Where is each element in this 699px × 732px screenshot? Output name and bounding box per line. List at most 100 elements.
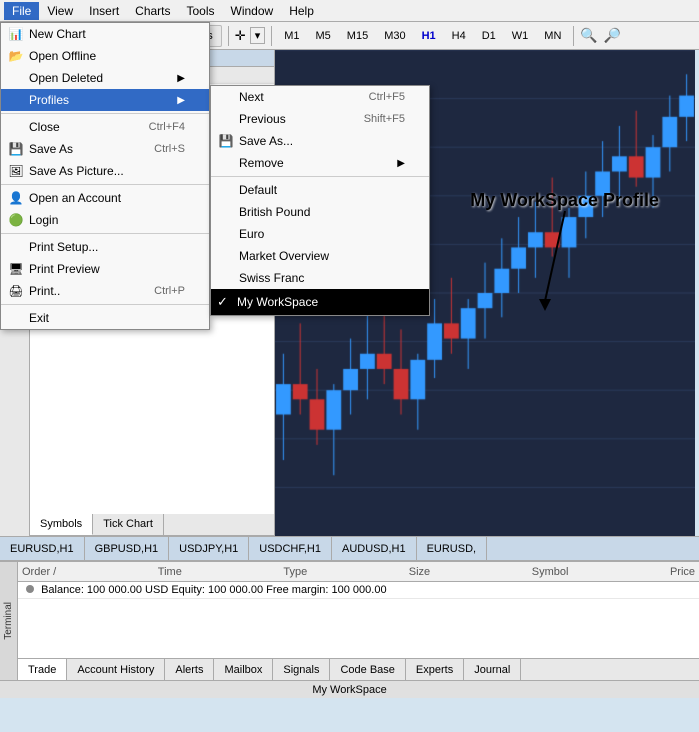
tab-alerts[interactable]: Alerts bbox=[165, 659, 214, 680]
save-as-icon: 💾 bbox=[7, 142, 25, 156]
menu-profiles[interactable]: Profiles ▶ bbox=[1, 89, 209, 111]
dropdown-icon[interactable]: ▾ bbox=[250, 27, 266, 44]
tab-signals[interactable]: Signals bbox=[273, 659, 330, 680]
period-h1[interactable]: H1 bbox=[416, 27, 442, 45]
file-dropdown-container: 📊 New Chart 📂 Open Offline Open Deleted … bbox=[0, 22, 210, 330]
account-icon: 👤 bbox=[7, 191, 25, 205]
profiles-next[interactable]: Next Ctrl+F5 bbox=[211, 86, 429, 108]
profiles-save-as[interactable]: 💾 Save As... bbox=[211, 130, 429, 152]
terminal-tabs: Trade Account History Alerts Mailbox Sig… bbox=[18, 658, 699, 680]
profiles-market-overview[interactable]: Market Overview bbox=[211, 245, 429, 267]
zoom-in-icon[interactable]: 🔍 bbox=[580, 27, 597, 44]
period-m5[interactable]: M5 bbox=[310, 27, 337, 45]
tab-journal[interactable]: Journal bbox=[464, 659, 521, 680]
file-dropdown: 📊 New Chart 📂 Open Offline Open Deleted … bbox=[0, 22, 210, 330]
menu-view[interactable]: View bbox=[39, 2, 81, 20]
status-text: My WorkSpace bbox=[312, 684, 386, 696]
separator bbox=[228, 26, 229, 46]
menu-login[interactable]: 🟢 Login bbox=[1, 209, 209, 231]
balance-indicator bbox=[26, 585, 34, 593]
terminal-label: Terminal bbox=[3, 602, 14, 640]
separator3 bbox=[573, 26, 574, 46]
menu-print-preview[interactable]: 🖥 Print Preview bbox=[1, 258, 209, 280]
terminal: Terminal Order / Time Type Size Symbol P… bbox=[0, 560, 699, 680]
workspace-checkmark: ✓ bbox=[217, 294, 228, 310]
menu-open-account[interactable]: 👤 Open an Account bbox=[1, 187, 209, 209]
col-order: Order / bbox=[22, 566, 56, 578]
status-bar: My WorkSpace bbox=[0, 680, 699, 698]
menu-save-as[interactable]: 💾 Save As Ctrl+S bbox=[1, 138, 209, 160]
col-time: Time bbox=[158, 566, 182, 578]
profiles-default[interactable]: Default bbox=[211, 179, 429, 201]
col-type: Type bbox=[283, 566, 307, 578]
chart-tab-usdjpy-h1[interactable]: USDJPY,H1 bbox=[169, 537, 249, 560]
col-symbol: Symbol bbox=[532, 566, 569, 578]
profiles-previous[interactable]: Previous Shift+F5 bbox=[211, 108, 429, 130]
chart-tabs-bar: EURUSD,H1 GBPUSD,H1 USDJPY,H1 USDCHF,H1 … bbox=[0, 536, 699, 560]
menu-help[interactable]: Help bbox=[281, 2, 322, 20]
col-price: Price bbox=[670, 566, 695, 578]
profiles-british-pound[interactable]: British Pound bbox=[211, 201, 429, 223]
terminal-content: Terminal Order / Time Type Size Symbol P… bbox=[0, 562, 699, 680]
tab-code-base[interactable]: Code Base bbox=[330, 659, 405, 680]
separator2 bbox=[271, 26, 272, 46]
chart-tab-audusd-h1[interactable]: AUDUSD,H1 bbox=[332, 537, 417, 560]
tab-trade[interactable]: Trade bbox=[18, 659, 67, 680]
tab-account-history[interactable]: Account History bbox=[67, 659, 165, 680]
crosshair-icon: ✛ bbox=[235, 28, 246, 44]
submenu-arrow: ▶ bbox=[177, 73, 185, 84]
menu-new-chart[interactable]: 📊 New Chart bbox=[1, 23, 209, 45]
period-d1[interactable]: D1 bbox=[476, 27, 502, 45]
chart-tab-gbpusd-h1[interactable]: GBPUSD,H1 bbox=[85, 537, 170, 560]
profiles-remove[interactable]: Remove ▶ bbox=[211, 152, 429, 174]
terminal-sidebar: Terminal bbox=[0, 562, 18, 680]
menu-bar: File View Insert Charts Tools Window Hel… bbox=[0, 0, 699, 22]
period-m15[interactable]: M15 bbox=[341, 27, 374, 45]
tab-symbols[interactable]: Symbols bbox=[30, 514, 93, 535]
menu-save-picture[interactable]: 🖼 Save As Picture... bbox=[1, 160, 209, 182]
profiles-sep1 bbox=[211, 176, 429, 177]
menu-exit[interactable]: Exit bbox=[1, 307, 209, 329]
chart-tab-eurusd2[interactable]: EURUSD, bbox=[417, 537, 488, 560]
profiles-save-icon: 💾 bbox=[217, 134, 235, 148]
menu-open-deleted[interactable]: Open Deleted ▶ bbox=[1, 67, 209, 89]
menu-insert[interactable]: Insert bbox=[81, 2, 127, 20]
chart-tab-eurusd-h1[interactable]: EURUSD,H1 bbox=[0, 537, 85, 560]
sep3 bbox=[1, 233, 209, 234]
menu-file[interactable]: File bbox=[4, 2, 39, 20]
period-m30[interactable]: M30 bbox=[378, 27, 411, 45]
panel-tabs: Symbols Tick Chart bbox=[30, 514, 274, 536]
print-icon: 🖨 bbox=[7, 284, 25, 298]
remove-arrow: ▶ bbox=[397, 158, 405, 169]
tab-tick-chart[interactable]: Tick Chart bbox=[93, 514, 164, 535]
period-w1[interactable]: W1 bbox=[506, 27, 535, 45]
profiles-my-workspace[interactable]: ✓ My WorkSpace bbox=[211, 289, 429, 315]
menu-print-setup[interactable]: Print Setup... bbox=[1, 236, 209, 258]
terminal-balance: Balance: 100 000.00 USD Equity: 100 000.… bbox=[18, 582, 699, 599]
period-mn[interactable]: MN bbox=[538, 27, 567, 45]
preview-icon: 🖥 bbox=[7, 262, 25, 276]
menu-print[interactable]: 🖨 Print.. Ctrl+P bbox=[1, 280, 209, 302]
profiles-euro[interactable]: Euro bbox=[211, 223, 429, 245]
sep2 bbox=[1, 184, 209, 185]
menu-tools[interactable]: Tools bbox=[179, 2, 223, 20]
login-icon: 🟢 bbox=[7, 213, 25, 227]
terminal-body bbox=[18, 599, 699, 658]
col-size: Size bbox=[409, 566, 430, 578]
sep1 bbox=[1, 113, 209, 114]
balance-text: Balance: 100 000.00 USD Equity: 100 000.… bbox=[41, 584, 387, 596]
tab-mailbox[interactable]: Mailbox bbox=[214, 659, 273, 680]
zoom-out-icon[interactable]: 🔎 bbox=[604, 27, 621, 44]
menu-window[interactable]: Window bbox=[223, 2, 282, 20]
menu-open-offline[interactable]: 📂 Open Offline bbox=[1, 45, 209, 67]
period-m1[interactable]: M1 bbox=[278, 27, 305, 45]
picture-icon: 🖼 bbox=[7, 164, 25, 178]
profiles-submenu: Next Ctrl+F5 Previous Shift+F5 💾 Save As… bbox=[210, 85, 430, 316]
period-h4[interactable]: H4 bbox=[446, 27, 472, 45]
profiles-swiss-franc[interactable]: Swiss Franc bbox=[211, 267, 429, 289]
menu-charts[interactable]: Charts bbox=[127, 2, 178, 20]
sep4 bbox=[1, 304, 209, 305]
tab-experts[interactable]: Experts bbox=[406, 659, 464, 680]
chart-tab-usdchf-h1[interactable]: USDCHF,H1 bbox=[249, 537, 332, 560]
menu-close[interactable]: Close Ctrl+F4 bbox=[1, 116, 209, 138]
